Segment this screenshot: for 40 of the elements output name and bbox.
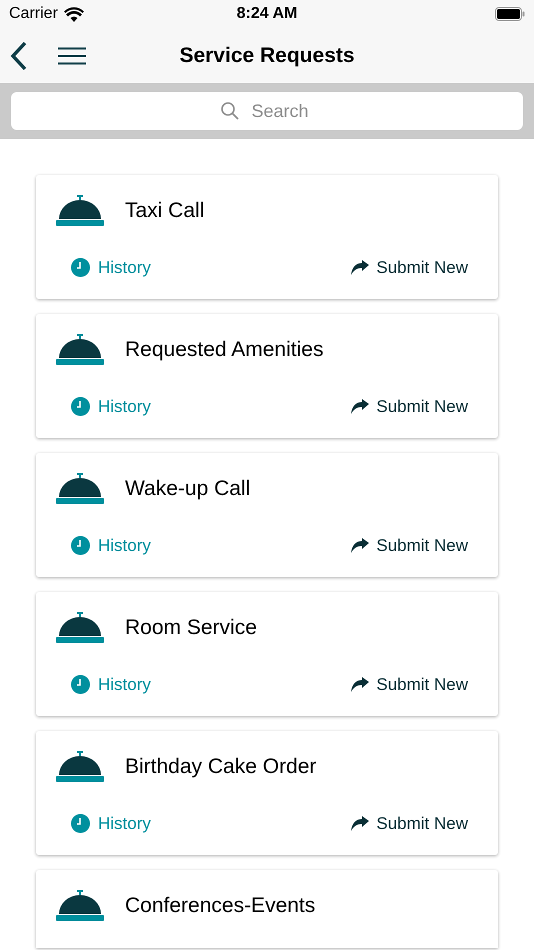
- submit-new-link[interactable]: Submit New: [351, 394, 468, 420]
- clock-icon: [71, 536, 90, 556]
- share-arrow-icon: [351, 816, 370, 832]
- menu-button[interactable]: [58, 46, 86, 66]
- submit-new-link[interactable]: Submit New: [351, 672, 468, 698]
- request-title: Birthday Cake Order: [125, 754, 316, 780]
- share-arrow-icon: [351, 399, 370, 414]
- request-title: Conferences-Events: [125, 893, 316, 920]
- history-link[interactable]: History: [71, 255, 151, 280]
- clock-icon: [71, 258, 90, 278]
- clock-icon: [71, 814, 90, 834]
- bell-icon: [56, 751, 104, 783]
- bell-icon: [56, 334, 104, 366]
- carrier-text: Carrier: [9, 4, 58, 24]
- search-icon: [221, 102, 239, 120]
- clock-text: 8:24 AM: [236, 4, 298, 24]
- bell-icon: [56, 612, 104, 644]
- request-title: Room Service: [125, 615, 257, 642]
- bell-icon: [56, 195, 104, 227]
- submit-new-link[interactable]: Submit New: [351, 811, 468, 836]
- share-arrow-icon: [351, 260, 370, 276]
- history-link[interactable]: History: [71, 394, 151, 420]
- submit-new-link[interactable]: Submit New: [351, 533, 468, 558]
- page-title: Service Requests: [179, 42, 355, 69]
- wifi-icon: [64, 6, 84, 22]
- history-link[interactable]: History: [71, 533, 151, 558]
- history-link[interactable]: History: [71, 811, 151, 836]
- clock-icon: [71, 675, 90, 694]
- share-arrow-icon: [351, 538, 370, 554]
- submit-new-link[interactable]: Submit New: [351, 255, 468, 280]
- search-field[interactable]: Search: [11, 92, 523, 130]
- clock-icon: [71, 397, 90, 416]
- bell-icon: [56, 890, 104, 922]
- history-link[interactable]: History: [71, 672, 151, 698]
- request-title: Requested Amenities: [125, 337, 324, 364]
- share-arrow-icon: [351, 677, 370, 692]
- battery-icon: [495, 7, 525, 21]
- request-title: Taxi Call: [125, 198, 204, 224]
- request-title: Wake-up Call: [125, 476, 250, 502]
- bell-icon: [56, 473, 104, 505]
